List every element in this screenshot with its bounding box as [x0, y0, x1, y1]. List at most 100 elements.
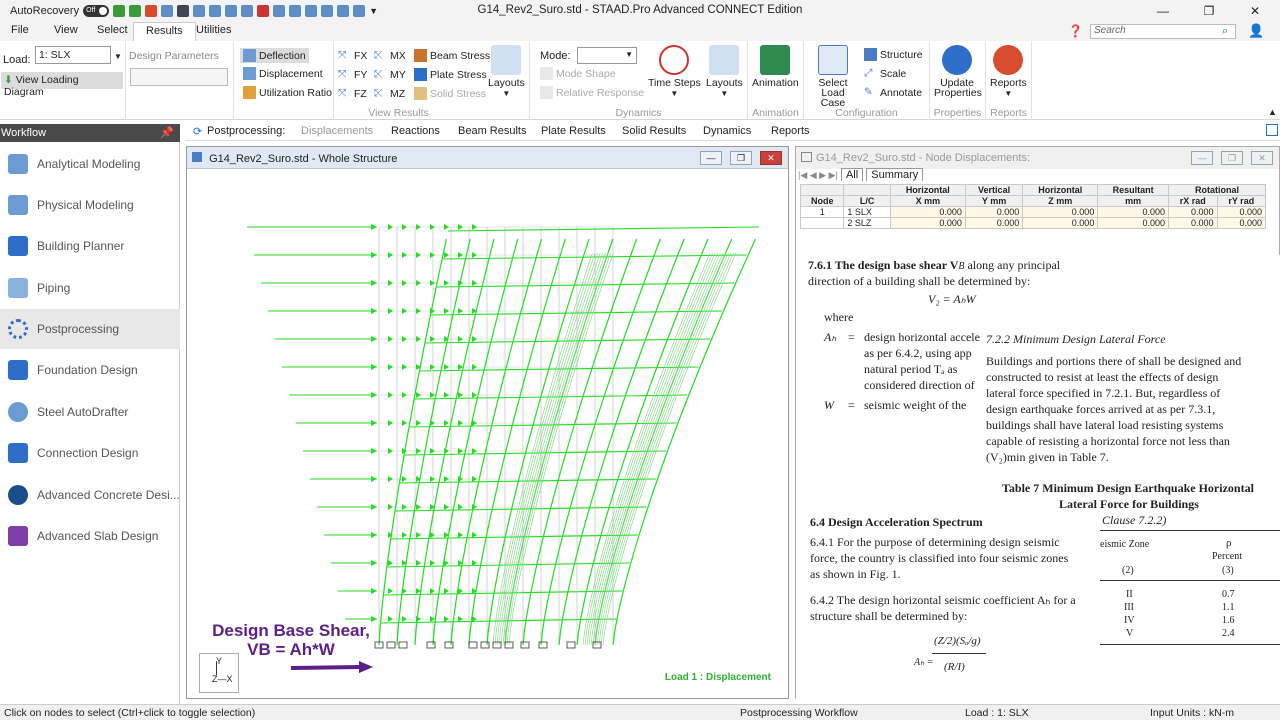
tab-file[interactable]: File	[11, 24, 29, 36]
restore-icon[interactable]: ❐	[730, 151, 752, 165]
tab-utilities[interactable]: Utilities	[196, 24, 231, 36]
clause-722-line: constructed to resist at least the effec…	[986, 370, 1219, 384]
annotate-button[interactable]: ✎ Annotate	[864, 86, 922, 99]
plate-stress-icon	[414, 68, 427, 81]
load-arrowhead	[430, 588, 435, 594]
close-icon[interactable]: ✕	[1232, 0, 1278, 22]
workflow-item-building-planner[interactable]: Building Planner	[0, 226, 180, 266]
solid-stress-button[interactable]: Solid Stress	[414, 87, 486, 100]
mz-button[interactable]: ⤪ MZ	[374, 87, 405, 100]
table-header: Resultant	[1097, 184, 1169, 196]
scale-button[interactable]: ⤢ Scale	[864, 67, 906, 80]
workflow-item-postprocessing[interactable]: Postprocessing	[0, 309, 180, 349]
support-node[interactable]	[480, 641, 490, 649]
relative-response-button[interactable]: Relative Response	[540, 86, 644, 99]
chevron-down-icon: ▼	[720, 89, 729, 98]
table-row[interactable]: 1 1 SLX 0.000 0.000 0.000 0.000 0.000 0.…	[799, 206, 1267, 218]
table-row[interactable]: 2 SLZ 0.000 0.000 0.000 0.000 0.000 0.00…	[799, 217, 1267, 229]
workflow-item-advanced-slab[interactable]: Advanced Slab Design	[0, 516, 180, 556]
my-button[interactable]: ⤪ MY	[374, 68, 406, 81]
minimize-icon[interactable]: —	[1140, 0, 1186, 22]
collapse-ribbon-icon[interactable]: ▲	[1268, 107, 1277, 117]
pin-icon[interactable]: 📌	[160, 126, 174, 139]
workflow-item-steel-autodrafter[interactable]: Steel AutoDrafter	[0, 392, 180, 432]
code-document-overlay: 7.6.1 The design base shear VB along any…	[796, 255, 1280, 700]
support-node[interactable]	[566, 641, 576, 649]
subtab-reactions[interactable]: Reactions	[391, 125, 440, 137]
search-icon[interactable]: ⌕	[1222, 25, 1228, 38]
plate-stress-button[interactable]: Plate Stress	[414, 68, 487, 81]
mode-select[interactable]: ▼	[577, 47, 637, 64]
subtab-solid-results[interactable]: Solid Results	[622, 125, 686, 137]
support-node[interactable]	[520, 641, 530, 649]
cell: 1	[799, 206, 845, 218]
workflow-item-analytical-modeling[interactable]: Analytical Modeling	[0, 144, 180, 184]
utilization-ratio-button[interactable]: Utilization Ratio	[243, 86, 332, 99]
workflow-item-foundation-design[interactable]: Foundation Design	[0, 350, 180, 390]
load-arrowhead	[402, 280, 407, 286]
load-select[interactable]: 1: SLX	[35, 46, 111, 64]
workflow-item-connection-design[interactable]: Connection Design	[0, 433, 180, 473]
subtab-dynamics[interactable]: Dynamics	[703, 125, 751, 137]
restore-icon[interactable]: ❐	[1186, 0, 1232, 22]
search-input[interactable]: Search	[1090, 24, 1236, 39]
subtab-plate-results[interactable]: Plate Results	[541, 125, 606, 137]
dynamics-layouts-button[interactable]: Layouts ▼	[706, 45, 743, 99]
close-icon[interactable]: ✕	[1251, 151, 1273, 165]
support-node[interactable]	[444, 641, 454, 649]
time-steps-button[interactable]: Time Steps ▼	[648, 45, 701, 99]
workflow-item-label: Postprocessing	[37, 322, 120, 336]
tab-summary[interactable]: Summary	[866, 168, 924, 181]
beam-stress-button[interactable]: Beam Stress	[414, 49, 490, 62]
layouts-button[interactable]: Layouts ▼	[488, 45, 525, 99]
panel-icon[interactable]	[1266, 124, 1278, 136]
deflection-button[interactable]: Deflection	[240, 48, 309, 63]
displacement-button[interactable]: Displacement	[243, 67, 323, 80]
support-node[interactable]	[386, 641, 396, 649]
minimize-icon[interactable]: —	[1191, 151, 1213, 165]
support-node[interactable]	[426, 641, 436, 649]
mx-button[interactable]: ⤪ MX	[374, 49, 406, 62]
support-node[interactable]	[468, 641, 478, 649]
foundation-design-icon	[8, 360, 28, 380]
tab-results[interactable]: Results	[133, 22, 196, 41]
fz-button[interactable]: ⤧ FZ	[338, 87, 367, 100]
workflow-item-physical-modeling[interactable]: Physical Modeling	[0, 185, 180, 225]
structure-canvas[interactable]: Design Base Shear, VB = Ah*W Y Z—X Load …	[193, 175, 781, 693]
mode-shape-button[interactable]: Mode Shape	[540, 67, 616, 80]
minimize-icon[interactable]: —	[700, 151, 722, 165]
table-header: mm	[1097, 195, 1169, 207]
cell: 0.000	[964, 206, 1024, 218]
support-node[interactable]	[398, 641, 408, 649]
reports-button[interactable]: Reports ▼	[990, 45, 1027, 99]
structure-window-title: G14_Rev2_Suro.std - Whole Structure	[209, 153, 398, 165]
help-icon[interactable]: ❓	[1068, 24, 1083, 38]
subtab-displacements[interactable]: Displacements	[301, 125, 373, 137]
select-load-case-button[interactable]: Select Load Case	[810, 45, 856, 108]
load-arrowhead	[444, 364, 449, 370]
update-properties-button[interactable]: Update Properties	[934, 45, 982, 98]
load-arrowhead	[416, 224, 421, 230]
fx-button[interactable]: ⤧ FX	[338, 49, 367, 62]
tab-all[interactable]: All	[840, 168, 864, 181]
tab-view[interactable]: View	[54, 24, 78, 36]
fy-button[interactable]: ⤧ FY	[338, 68, 367, 81]
load-arrowhead	[458, 392, 463, 398]
chevron-down-icon[interactable]: ▼	[114, 52, 122, 61]
user-icon[interactable]: 👤	[1248, 23, 1264, 39]
workflow-item-piping[interactable]: Piping	[0, 268, 180, 308]
support-node[interactable]	[538, 641, 548, 649]
workflow-item-advanced-concrete[interactable]: Advanced Concrete Desi...	[0, 475, 180, 515]
load-arrowhead	[472, 420, 477, 426]
load-arrowhead	[458, 252, 463, 258]
tab-select[interactable]: Select	[97, 24, 128, 36]
animation-button[interactable]: Animation	[752, 45, 799, 88]
subtab-beam-results[interactable]: Beam Results	[458, 125, 526, 137]
close-icon[interactable]: ✕	[760, 151, 782, 165]
design-parameters-select[interactable]	[130, 68, 228, 86]
tab-nav-icons[interactable]: |◀ ◀ ▶ ▶|	[798, 170, 838, 180]
structure-button[interactable]: Structure	[864, 48, 923, 61]
restore-icon[interactable]: ❐	[1221, 151, 1243, 165]
subtab-reports[interactable]: Reports	[771, 125, 810, 137]
view-loading-diagram-button[interactable]: ⬇ View Loading Diagram	[1, 72, 123, 98]
